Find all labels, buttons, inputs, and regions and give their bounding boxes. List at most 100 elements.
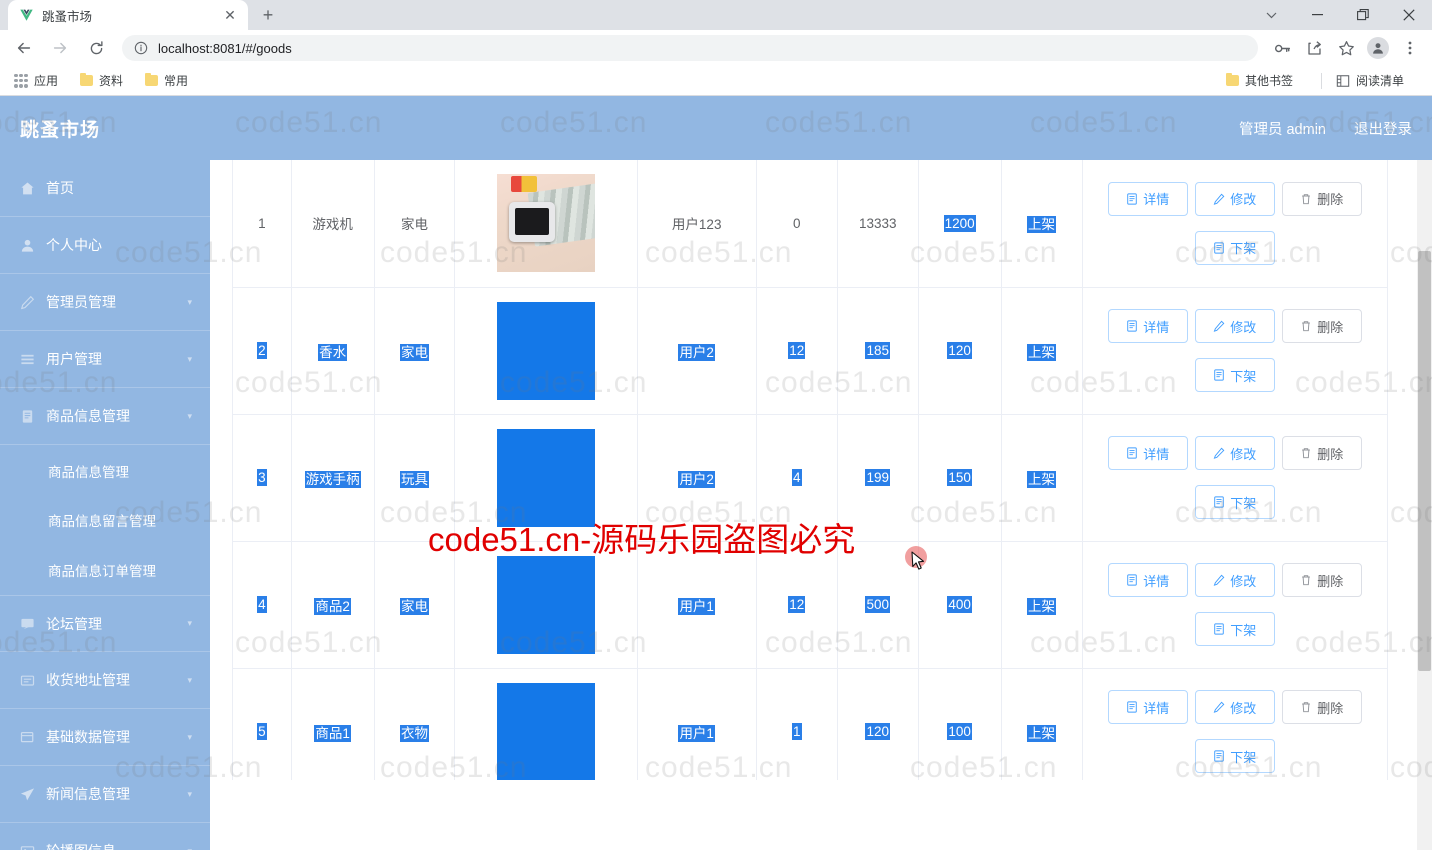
- unshelve-button[interactable]: 下架: [1194, 485, 1275, 519]
- goods-thumbnail[interactable]: [497, 301, 595, 400]
- apps-shortcut[interactable]: 应用: [10, 70, 62, 92]
- cell-count: 199: [837, 414, 919, 542]
- document-icon: [18, 409, 36, 424]
- table-row[interactable]: 3 游戏手柄 玩具 用户2 4 199 150 上架 详情 修改 删除 下架: [232, 414, 1388, 542]
- cell-state: 上架: [1001, 541, 1083, 669]
- delete-button[interactable]: 删除: [1281, 436, 1362, 470]
- bookmark-folder-1[interactable]: 资料: [76, 70, 127, 92]
- edit-button[interactable]: 修改: [1194, 690, 1275, 724]
- goods-thumbnail[interactable]: [497, 555, 595, 654]
- cell-image: [454, 668, 638, 780]
- unshelve-button[interactable]: 下架: [1194, 358, 1275, 392]
- edit-button[interactable]: 修改: [1194, 181, 1275, 216]
- goods-price: 100: [947, 723, 972, 740]
- sidebar-item-forum-management[interactable]: 论坛管理 ▾: [0, 595, 210, 652]
- bookmark-star-icon[interactable]: [1332, 34, 1360, 62]
- document-icon: [1126, 574, 1138, 586]
- sidebar-item-base-data-management[interactable]: 基础数据管理 ▾: [0, 709, 210, 766]
- detail-button[interactable]: 详情: [1107, 563, 1188, 597]
- sidebar-item-news-management[interactable]: 新闻信息管理 ▾: [0, 766, 210, 823]
- goods-thumbnail[interactable]: [497, 174, 595, 273]
- goods-table: 1 游戏机 家电 用户123 0 13333 1200 上架 详情 修改 删除 …: [232, 160, 1388, 780]
- browser-tab[interactable]: 跳蚤市场 ✕: [8, 0, 248, 30]
- maximize-icon[interactable]: [1340, 0, 1386, 30]
- sidebar-item-admin-management[interactable]: 管理员管理 ▾: [0, 274, 210, 331]
- cell-count: 185: [837, 287, 919, 415]
- delete-button[interactable]: 删除: [1281, 563, 1362, 597]
- scrollbar-thumb[interactable]: [1418, 251, 1431, 671]
- edit-label: 修改: [1230, 573, 1257, 589]
- unshelve-button[interactable]: 下架: [1194, 230, 1275, 265]
- cell-num: 12: [756, 541, 838, 669]
- goods-state: 上架: [1027, 597, 1057, 615]
- unshelve-button[interactable]: 下架: [1194, 739, 1275, 773]
- reload-button[interactable]: [81, 33, 111, 63]
- tab-search-chevron-down-icon[interactable]: [1248, 0, 1294, 30]
- browser-menu-icon[interactable]: [1396, 34, 1424, 62]
- edit-button[interactable]: 修改: [1194, 563, 1275, 597]
- sidebar-label: 收货地址管理: [46, 672, 130, 688]
- sidebar-subitem-goods-info[interactable]: 商品信息管理: [0, 445, 210, 495]
- detail-button[interactable]: 详情: [1107, 181, 1188, 216]
- app-header: 跳蚤市场 管理员 admin 退出登录: [0, 96, 1432, 160]
- document-icon: [1213, 496, 1225, 508]
- sidebar: 首页 个人中心 管理员管理 ▾ 用户管理 ▾ 商品信息管理 ▾ 商品信息管理 商…: [0, 160, 210, 850]
- apps-grid-icon: [14, 73, 28, 88]
- detail-button[interactable]: 详情: [1107, 436, 1188, 470]
- table-row[interactable]: 5 商品1 衣物 用户1 1 120 100 上架 详情 修改 删除 下架: [232, 668, 1388, 780]
- close-window-icon[interactable]: [1386, 0, 1432, 30]
- table-row[interactable]: 4 商品2 家电 用户1 12 500 400 上架 详情 修改 删除 下架: [232, 541, 1388, 669]
- main-content: 1 游戏机 家电 用户123 0 13333 1200 上架 详情 修改 删除 …: [210, 160, 1432, 850]
- cell-image: [454, 160, 638, 288]
- sidebar-item-home[interactable]: 首页: [0, 160, 210, 217]
- edit-button[interactable]: 修改: [1194, 309, 1275, 343]
- goods-thumbnail[interactable]: [497, 428, 595, 527]
- cell-name: 香水: [291, 287, 375, 415]
- pencil-icon: [1213, 193, 1225, 205]
- other-bookmarks-folder[interactable]: 其他书签: [1222, 70, 1297, 92]
- new-tab-button[interactable]: +: [254, 1, 282, 29]
- edit-button[interactable]: 修改: [1194, 436, 1275, 470]
- delete-label: 删除: [1317, 700, 1344, 716]
- key-icon[interactable]: [1268, 34, 1296, 62]
- back-button[interactable]: [9, 33, 39, 63]
- goods-thumbnail[interactable]: [497, 682, 595, 780]
- profile-avatar[interactable]: [1367, 37, 1389, 59]
- divider: [1320, 72, 1322, 89]
- sidebar-item-personal-center[interactable]: 个人中心: [0, 217, 210, 274]
- sidebar-item-address-management[interactable]: 收货地址管理 ▾: [0, 652, 210, 709]
- sidebar-item-user-management[interactable]: 用户管理 ▾: [0, 331, 210, 388]
- cell-count: 120: [837, 668, 919, 780]
- close-tab-icon[interactable]: ✕: [222, 7, 238, 23]
- vue-logo-icon: [18, 7, 34, 23]
- sidebar-item-carousel-info[interactable]: 轮播图信息 ▾: [0, 823, 210, 850]
- delete-button[interactable]: 删除: [1281, 309, 1362, 343]
- delete-button[interactable]: 删除: [1281, 690, 1362, 724]
- bookmark-folder-2[interactable]: 常用: [141, 70, 192, 92]
- table-row[interactable]: 1 游戏机 家电 用户123 0 13333 1200 上架 详情 修改 删除 …: [232, 160, 1388, 288]
- detail-label: 详情: [1143, 700, 1170, 716]
- goods-user: 用户1: [678, 597, 715, 615]
- logout-button[interactable]: 退出登录: [1354, 118, 1412, 139]
- app-header-right: 管理员 admin 退出登录: [1211, 118, 1412, 139]
- unshelve-button[interactable]: 下架: [1194, 612, 1275, 646]
- sidebar-label: 新闻信息管理: [46, 786, 130, 802]
- share-icon[interactable]: [1300, 34, 1328, 62]
- chevron-down-icon: ▾: [187, 674, 192, 685]
- table-row[interactable]: 2 香水 家电 用户2 12 185 120 上架 详情 修改 删除 下架: [232, 287, 1388, 415]
- sidebar-item-goods-management[interactable]: 商品信息管理 ▾: [0, 388, 210, 445]
- data-icon: [18, 730, 36, 745]
- page-vertical-scrollbar[interactable]: [1417, 96, 1432, 850]
- forward-button[interactable]: [45, 33, 75, 63]
- detail-button[interactable]: 详情: [1107, 690, 1188, 724]
- app-logo: 跳蚤市场: [20, 119, 101, 141]
- reading-list-button[interactable]: 阅读清单: [1332, 70, 1408, 92]
- sidebar-subitem-goods-order[interactable]: 商品信息订单管理: [0, 545, 210, 595]
- detail-button[interactable]: 详情: [1107, 309, 1188, 343]
- sidebar-subitem-goods-message[interactable]: 商品信息留言管理: [0, 495, 210, 545]
- address-bar[interactable]: localhost:8081/#/goods: [122, 35, 1258, 61]
- delete-button[interactable]: 删除: [1281, 181, 1362, 216]
- unshelve-label: 下架: [1230, 622, 1257, 638]
- unshelve-label: 下架: [1230, 749, 1257, 765]
- minimize-icon[interactable]: [1294, 0, 1340, 30]
